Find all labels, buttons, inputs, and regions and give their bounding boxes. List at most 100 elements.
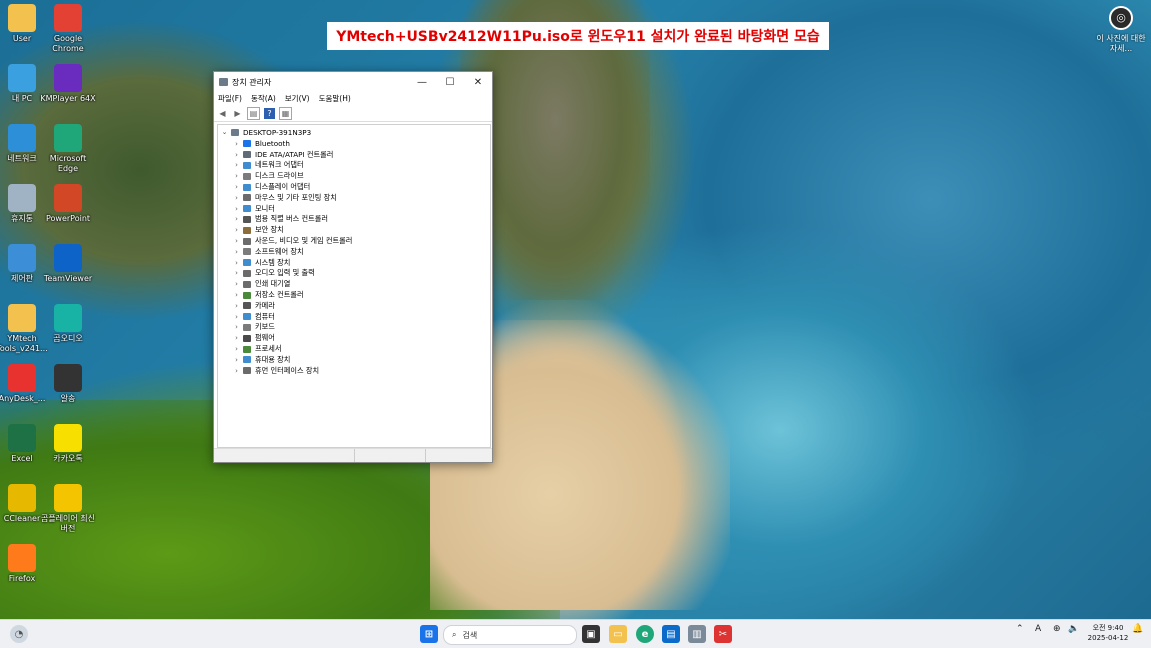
file-explorer-icon[interactable]: ▭ xyxy=(609,625,627,643)
desktop-shortcut[interactable]: 카카오톡 xyxy=(40,424,96,464)
menu-view[interactable]: 보기(V) xyxy=(285,93,310,104)
chevron-right-icon[interactable]: › xyxy=(232,356,241,364)
start-windows-icon[interactable]: ⊞ xyxy=(420,625,438,643)
widgets-icon[interactable]: ◔ xyxy=(10,625,28,643)
maximize-button[interactable]: ☐ xyxy=(436,72,464,92)
chevron-right-icon[interactable]: › xyxy=(232,269,241,277)
edge-icon[interactable]: e xyxy=(636,625,654,643)
device-category[interactable]: › 휴대용 장치 xyxy=(232,355,290,366)
recycle-bin-icon xyxy=(8,184,36,212)
chevron-right-icon[interactable]: › xyxy=(232,323,241,331)
device-category[interactable]: › 키보드 xyxy=(232,322,275,333)
close-button[interactable]: ✕ xyxy=(464,72,492,92)
chevron-right-icon[interactable]: › xyxy=(232,194,241,202)
notification-bell-icon[interactable]: 🔔 xyxy=(1132,624,1143,634)
chevron-right-icon[interactable]: › xyxy=(232,291,241,299)
photo-info-shortcut[interactable]: ◎ 이 사진에 대한 자세... xyxy=(1094,6,1148,54)
desktop-shortcut-label: PowerPoint xyxy=(45,214,91,223)
chevron-right-icon[interactable]: › xyxy=(232,140,241,148)
network-icon[interactable]: ⊕ xyxy=(1053,624,1061,634)
device-category[interactable]: › 보안 장치 xyxy=(232,225,284,236)
device-category-icon xyxy=(243,151,251,159)
device-category-icon xyxy=(243,226,251,234)
device-manager-window[interactable]: 장치 관리자 — ☐ ✕ 파일(F) 동작(A) 보기(V) 도움말(H) ◀ … xyxy=(213,71,493,463)
desktop-shortcut[interactable]: 곰오디오 xyxy=(40,304,96,344)
chevron-right-icon[interactable]: › xyxy=(232,183,241,191)
device-category[interactable]: › 컴퓨터 xyxy=(232,311,275,322)
chevron-right-icon[interactable]: › xyxy=(232,237,241,245)
chevron-right-icon[interactable]: › xyxy=(232,334,241,342)
input-language[interactable]: A xyxy=(1035,624,1041,634)
snipping-tool-icon[interactable]: ✂ xyxy=(714,625,732,643)
store-icon[interactable]: ▤ xyxy=(662,625,680,643)
device-category[interactable]: › 오디오 입력 및 출력 xyxy=(232,268,315,279)
device-category[interactable]: › 펌웨어 xyxy=(232,333,275,344)
chevron-right-icon[interactable]: › xyxy=(232,367,241,375)
desktop-shortcut[interactable]: Firefox xyxy=(0,544,50,584)
chevron-right-icon[interactable]: › xyxy=(232,280,241,288)
minimize-button[interactable]: — xyxy=(408,72,436,92)
device-category-icon xyxy=(243,248,251,256)
properties-icon[interactable]: ▤ xyxy=(247,106,260,120)
device-category[interactable]: › 시스템 장치 xyxy=(232,257,290,268)
edge-icon xyxy=(54,124,82,152)
camera-info-icon: ◎ xyxy=(1109,6,1133,30)
device-category[interactable]: › Bluetooth xyxy=(232,139,290,150)
taskbar: ◔ ⊞ ⌕ 검색 ▣ ▭ e ▤ ▥ ✂ ⌃ A ⊕ 🔈 오전 9:40 202… xyxy=(0,619,1151,648)
back-arrow-icon[interactable]: ◀ xyxy=(217,108,228,119)
menu-file[interactable]: 파일(F) xyxy=(218,93,242,104)
chevron-right-icon[interactable]: › xyxy=(232,151,241,159)
chevron-right-icon[interactable]: › xyxy=(232,248,241,256)
device-category-icon xyxy=(243,334,251,342)
chevron-right-icon[interactable]: › xyxy=(232,259,241,267)
window-titlebar[interactable]: 장치 관리자 — ☐ ✕ xyxy=(214,72,492,92)
tree-root[interactable]: ⌄ DESKTOP-391N3P3 xyxy=(220,127,312,138)
menu-action[interactable]: 동작(A) xyxy=(251,93,276,104)
desktop-shortcut[interactable]: 곰플레이어 최신버전 xyxy=(40,484,96,534)
device-category[interactable]: › 저장소 컨트롤러 xyxy=(232,290,303,301)
chevron-right-icon[interactable]: › xyxy=(232,302,241,310)
device-manager-taskbar-icon[interactable]: ▥ xyxy=(688,625,706,643)
device-category[interactable]: › 마우스 및 기타 포인팅 장치 xyxy=(232,193,337,204)
desktop-shortcut[interactable]: Microsoft Edge xyxy=(40,124,96,174)
desktop-shortcut[interactable]: Google Chrome xyxy=(40,4,96,54)
device-category[interactable]: › 모니터 xyxy=(232,203,275,214)
chevron-down-icon[interactable]: ⌄ xyxy=(220,128,229,136)
device-category[interactable]: › 소프트웨어 장치 xyxy=(232,247,303,258)
device-tree[interactable]: ⌄ DESKTOP-391N3P3 › Bluetooth › IDE ATA/ATA… xyxy=(217,124,491,448)
monitor-icon xyxy=(8,64,36,92)
chevron-right-icon[interactable]: › xyxy=(232,313,241,321)
device-category[interactable]: › IDE ATA/ATAPI 컨트롤러 xyxy=(232,149,333,160)
toolbar: ◀ ▶ ▤ ? ▦ xyxy=(214,105,492,122)
device-category[interactable]: › 인쇄 대기열 xyxy=(232,279,290,290)
task-view-icon[interactable]: ▣ xyxy=(582,625,600,643)
device-category[interactable]: › 디스플레이 어댑터 xyxy=(232,182,310,193)
clock[interactable]: 오전 9:40 2025-04-12 xyxy=(1086,623,1130,643)
device-category[interactable]: › 카메라 xyxy=(232,301,275,312)
chevron-right-icon[interactable]: › xyxy=(232,226,241,234)
menu-help[interactable]: 도움말(H) xyxy=(319,93,351,104)
help-icon[interactable]: ? xyxy=(264,107,275,119)
chevron-up-icon[interactable]: ⌃ xyxy=(1016,624,1024,634)
device-category-icon xyxy=(243,356,251,364)
desktop-shortcut[interactable]: 알송 xyxy=(40,364,96,404)
device-category[interactable]: › 범용 직렬 버스 컨트롤러 xyxy=(232,214,328,225)
device-category[interactable]: › 네트워크 어댑터 xyxy=(232,160,303,171)
search-box[interactable]: ⌕ 검색 xyxy=(443,625,577,645)
device-category[interactable]: › 사운드, 비디오 및 게임 컨트롤러 xyxy=(232,236,352,247)
chevron-right-icon[interactable]: › xyxy=(232,215,241,223)
device-category[interactable]: › 휴먼 인터페이스 장치 xyxy=(232,365,319,376)
view-icon[interactable]: ▦ xyxy=(279,106,292,120)
device-category[interactable]: › 디스크 드라이브 xyxy=(232,171,303,182)
control-panel-icon xyxy=(8,244,36,272)
chevron-right-icon[interactable]: › xyxy=(232,205,241,213)
desktop-shortcut[interactable]: KMPlayer 64X xyxy=(40,64,96,104)
forward-arrow-icon[interactable]: ▶ xyxy=(232,108,243,119)
chevron-right-icon[interactable]: › xyxy=(232,172,241,180)
chevron-right-icon[interactable]: › xyxy=(232,161,241,169)
desktop-shortcut[interactable]: TeamViewer xyxy=(40,244,96,284)
device-category[interactable]: › 프로세서 xyxy=(232,344,281,355)
desktop-shortcut[interactable]: PowerPoint xyxy=(40,184,96,224)
chevron-right-icon[interactable]: › xyxy=(232,345,241,353)
volume-icon[interactable]: 🔈 xyxy=(1068,624,1079,634)
